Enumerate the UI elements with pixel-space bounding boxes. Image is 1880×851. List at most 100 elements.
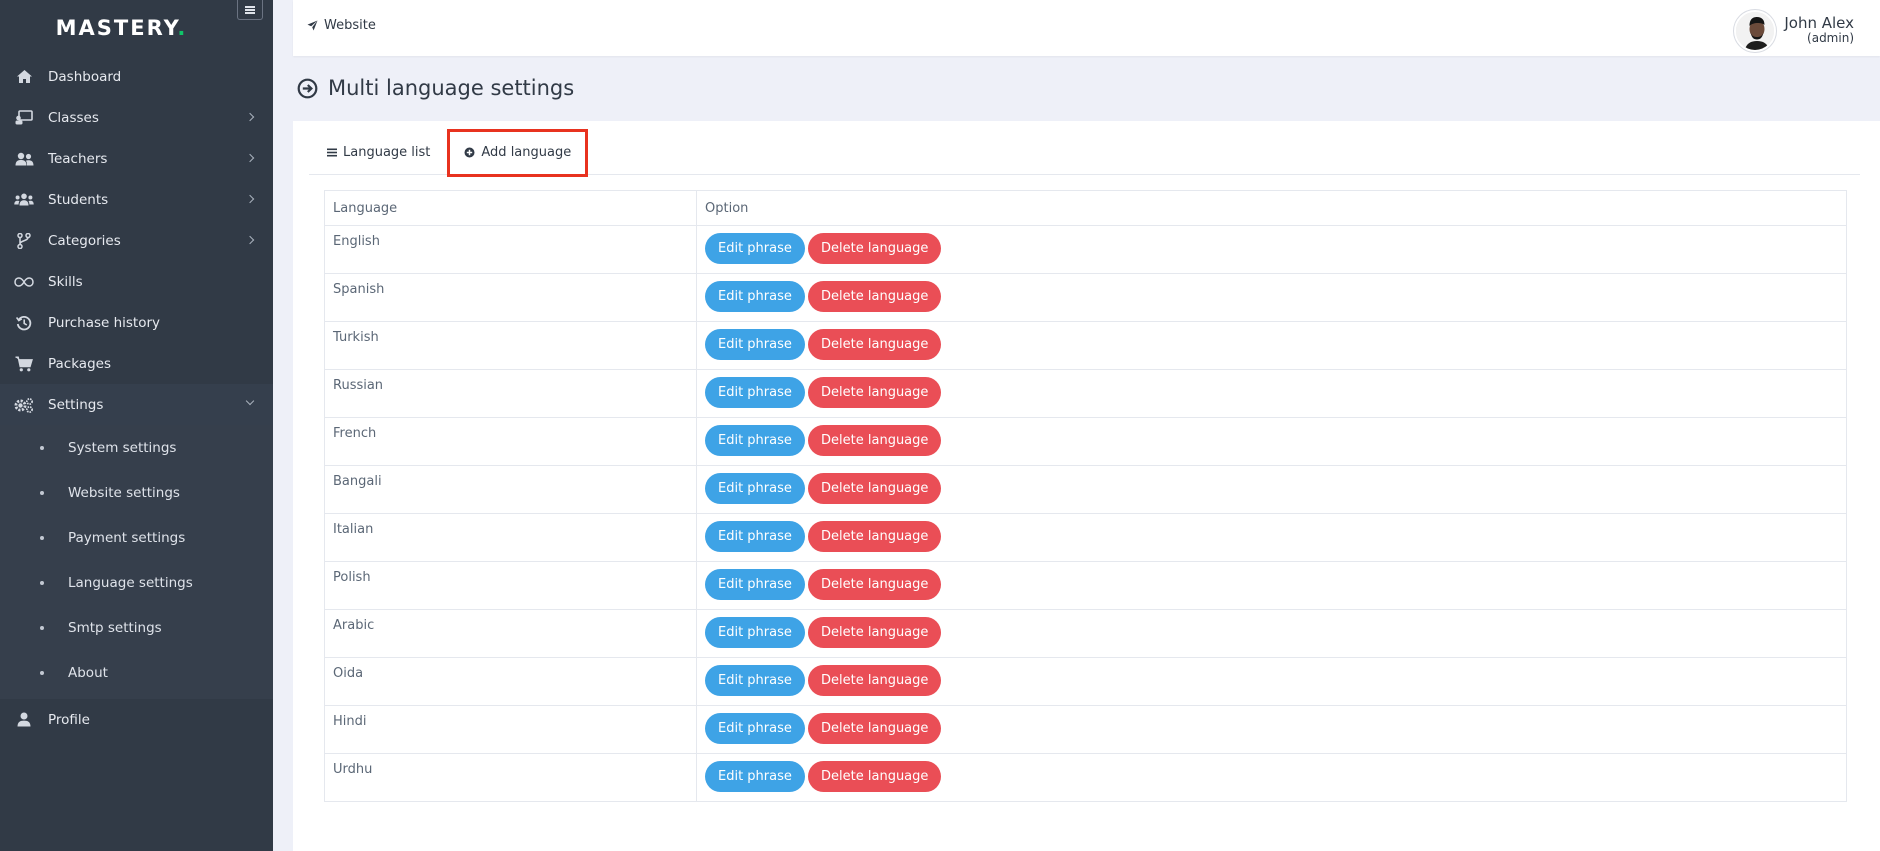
delete-language-button[interactable]: Delete language	[808, 377, 942, 408]
edit-phrase-button[interactable]: Edit phrase	[705, 425, 805, 456]
language-name-cell: Turkish	[324, 321, 697, 370]
delete-language-button[interactable]: Delete language	[808, 617, 942, 648]
delete-language-button[interactable]: Delete language	[808, 665, 942, 696]
bullet-icon	[40, 670, 44, 675]
tab-language-list[interactable]: Language list	[317, 136, 440, 170]
branch-icon	[12, 232, 36, 249]
page-header: Multi language settings	[297, 76, 574, 100]
submenu-item-label: System settings	[68, 439, 177, 456]
edit-phrase-button[interactable]: Edit phrase	[705, 233, 805, 264]
tab-add-language[interactable]: Add language	[447, 128, 589, 177]
cart-icon	[12, 356, 36, 372]
sidebar-item-teachers[interactable]: Teachers	[0, 138, 273, 179]
delete-language-button[interactable]: Delete language	[808, 281, 942, 312]
language-table: Language Option English Edit phrase Delet…	[324, 190, 1847, 802]
language-name-cell: Arabic	[324, 609, 697, 658]
menu-toggle-button[interactable]	[237, 0, 263, 20]
language-name-cell: Russian	[324, 369, 697, 418]
infinity-icon	[12, 274, 36, 290]
sidebar-item-packages[interactable]: Packages	[0, 343, 273, 384]
edit-phrase-button[interactable]: Edit phrase	[705, 617, 805, 648]
language-table-body: English Edit phrase Delete language Spanis…	[324, 225, 1847, 802]
tab-label: Language list	[343, 145, 431, 160]
sidebar-item-profile[interactable]: Profile	[0, 699, 273, 740]
table-row: Polish Edit phrase Delete language	[324, 561, 1847, 610]
plus-circle-icon	[464, 147, 475, 158]
sidebar-item-dashboard[interactable]: Dashboard	[0, 56, 273, 97]
sidebar-item-label: Categories	[48, 232, 121, 249]
topbar: Website John Alex (admin)	[293, 0, 1880, 56]
table-row: Italian Edit phrase Delete language	[324, 513, 1847, 562]
sidebar-item-purchase-history[interactable]: Purchase history	[0, 302, 273, 343]
brand-name: MASTERY	[55, 16, 178, 40]
content-card: Language list Add language Language Opti…	[293, 121, 1880, 851]
submenu-item-system-settings[interactable]: System settings	[0, 425, 273, 470]
tab-label: Add language	[481, 145, 572, 160]
submenu-item-label: About	[68, 664, 108, 681]
user-info: John Alex (admin)	[1784, 16, 1854, 46]
edit-phrase-button[interactable]: Edit phrase	[705, 377, 805, 408]
chevron-right-icon	[245, 235, 255, 245]
language-name-cell: Oida	[324, 657, 697, 706]
submenu-item-smtp-settings[interactable]: Smtp settings	[0, 605, 273, 650]
language-name-cell: Spanish	[324, 273, 697, 322]
brand-logo[interactable]: MASTERY.	[0, 0, 273, 56]
edit-phrase-button[interactable]: Edit phrase	[705, 521, 805, 552]
table-row: English Edit phrase Delete language	[324, 225, 1847, 274]
language-name-cell: Bangali	[324, 465, 697, 514]
language-name-cell: Italian	[324, 513, 697, 562]
sidebar-nav-bottom: Profile	[0, 699, 273, 740]
edit-phrase-button[interactable]: Edit phrase	[705, 569, 805, 600]
delete-language-button[interactable]: Delete language	[808, 761, 942, 792]
edit-phrase-button[interactable]: Edit phrase	[705, 665, 805, 696]
submenu-item-payment-settings[interactable]: Payment settings	[0, 515, 273, 560]
option-cell: Edit phrase Delete language	[696, 513, 1847, 562]
sidebar-item-skills[interactable]: Skills	[0, 261, 273, 302]
sidebar-nav: Dashboard Classes Teachers Students Cate…	[0, 56, 273, 425]
chevron-right-icon	[245, 153, 255, 163]
sidebar-item-label: Dashboard	[48, 68, 122, 85]
delete-language-button[interactable]: Delete language	[808, 473, 942, 504]
edit-phrase-button[interactable]: Edit phrase	[705, 281, 805, 312]
table-row: Bangali Edit phrase Delete language	[324, 465, 1847, 514]
option-cell: Edit phrase Delete language	[696, 465, 1847, 514]
table-row: Hindi Edit phrase Delete language	[324, 705, 1847, 754]
user-menu[interactable]: John Alex (admin)	[1734, 10, 1854, 52]
edit-phrase-button[interactable]: Edit phrase	[705, 713, 805, 744]
sidebar-item-label: Purchase history	[48, 314, 161, 331]
table-header-row: Language Option	[324, 190, 1847, 226]
edit-phrase-button[interactable]: Edit phrase	[705, 761, 805, 792]
bullet-icon	[40, 445, 44, 450]
chevron-down-icon	[245, 396, 255, 406]
option-cell: Edit phrase Delete language	[696, 369, 1847, 418]
delete-language-button[interactable]: Delete language	[808, 329, 942, 360]
delete-language-button[interactable]: Delete language	[808, 521, 942, 552]
bullet-icon	[40, 535, 44, 540]
bullet-icon	[40, 580, 44, 585]
sidebar-item-classes[interactable]: Classes	[0, 97, 273, 138]
sidebar-item-label: Profile	[48, 711, 90, 728]
sidebar-item-label: Packages	[48, 355, 111, 372]
submenu-item-about[interactable]: About	[0, 650, 273, 695]
edit-phrase-button[interactable]: Edit phrase	[705, 329, 805, 360]
submenu-item-website-settings[interactable]: Website settings	[0, 470, 273, 515]
sidebar-item-label: Students	[48, 191, 109, 208]
submenu-item-language-settings[interactable]: Language settings	[0, 560, 273, 605]
sidebar-item-settings[interactable]: Settings	[0, 384, 273, 425]
language-name-cell: Polish	[324, 561, 697, 610]
delete-language-button[interactable]: Delete language	[808, 425, 942, 456]
arrow-circle-right-icon	[297, 78, 318, 99]
sidebar-item-categories[interactable]: Categories	[0, 220, 273, 261]
delete-language-button[interactable]: Delete language	[808, 713, 942, 744]
user-role: (admin)	[1807, 31, 1854, 45]
option-cell: Edit phrase Delete language	[696, 705, 1847, 754]
edit-phrase-button[interactable]: Edit phrase	[705, 473, 805, 504]
sidebar-item-students[interactable]: Students	[0, 179, 273, 220]
table-row: Spanish Edit phrase Delete language	[324, 273, 1847, 322]
sidebar-item-label: Settings	[48, 396, 104, 413]
website-link[interactable]: Website	[307, 18, 376, 33]
table-row: Oida Edit phrase Delete language	[324, 657, 1847, 706]
delete-language-button[interactable]: Delete language	[808, 569, 942, 600]
delete-language-button[interactable]: Delete language	[808, 233, 942, 264]
bullet-icon	[40, 625, 44, 630]
